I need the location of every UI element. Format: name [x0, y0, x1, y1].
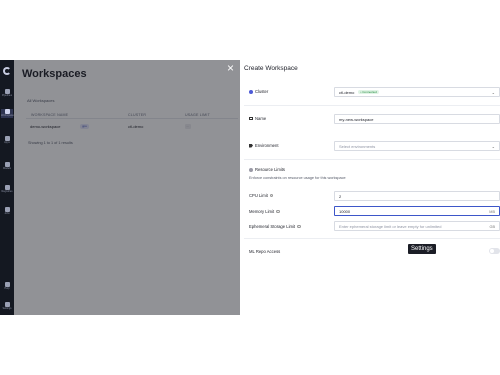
- storage-limit-input[interactable]: Enter ephemeral storage limit or leave e…: [334, 221, 500, 231]
- info-icon[interactable]: i: [276, 209, 280, 214]
- nav-item-label: Models: [2, 167, 12, 170]
- cluster-select[interactable]: ctl-demo • Connected ⌄: [334, 87, 500, 97]
- info-icon[interactable]: i: [297, 224, 301, 229]
- name-input[interactable]: my-new-workspace: [334, 114, 500, 124]
- nav-item-label: Apps: [4, 141, 10, 144]
- storage-unit: GB: [489, 224, 496, 229]
- memory-limit-label-text: Memory Limit: [249, 209, 275, 214]
- cluster-icon: [249, 89, 253, 94]
- tag-icon: [249, 143, 253, 148]
- environment-label-text: Environment: [255, 143, 279, 148]
- create-workspace-drawer: Create Workspace Cluster ctl-demo • Conn…: [240, 60, 500, 315]
- nav-item-label: Registries: [1, 190, 13, 193]
- nav-item-models[interactable]: Models: [1, 162, 13, 171]
- nav-item-label: Settings: [2, 307, 12, 310]
- nav-item-registries[interactable]: Registries: [1, 185, 13, 194]
- ml-repo-access-label: ML Repo Access: [249, 249, 280, 254]
- environment-select[interactable]: Select environments ⌄: [334, 141, 500, 151]
- cpu-limit-label-text: CPU Limit: [249, 193, 268, 198]
- cpu-limit-label: CPU Limit i: [249, 193, 274, 198]
- storage-limit-label: Ephemeral Storage Limit i: [249, 224, 301, 229]
- nav-item-label: Pipelines: [1, 94, 13, 97]
- chevron-down-icon: ⌄: [491, 90, 495, 95]
- info-icon[interactable]: i: [269, 193, 274, 198]
- divider: [244, 105, 500, 106]
- storage-limit-label-text: Ephemeral Storage Limit: [249, 224, 296, 229]
- drawer-title: Create Workspace: [244, 65, 298, 72]
- logo-icon: [3, 67, 11, 75]
- nav-item-label: Workspaces: [1, 114, 15, 117]
- nav-item-settings[interactable]: Settings: [1, 302, 13, 311]
- cluster-value: ctl-demo: [339, 89, 355, 95]
- resource-limits-heading: Resource Limits: [249, 167, 285, 172]
- settings-tooltip: Settings: [408, 244, 436, 254]
- cluster-label: Cluster: [249, 89, 268, 94]
- name-value: my-new-workspace: [339, 116, 374, 122]
- storage-limit-placeholder: Enter ephemeral storage limit or leave e…: [339, 223, 442, 229]
- divider: [244, 159, 500, 160]
- resource-limits-title: Resource Limits: [255, 167, 286, 172]
- environment-placeholder: Select environments: [339, 143, 376, 149]
- name-label: Name: [249, 116, 266, 121]
- nav-item-label: Jobs: [4, 212, 10, 215]
- memory-limit-input[interactable]: 10000 MB: [334, 206, 500, 216]
- sidebar-nav: Pipelines Workspaces Apps Models Registr…: [0, 60, 15, 315]
- resource-icon: [249, 167, 253, 172]
- ml-repo-access-toggle[interactable]: [489, 248, 500, 254]
- nav-item-help[interactable]: Help: [1, 282, 13, 291]
- memory-limit-label: Memory Limit i: [249, 209, 280, 214]
- app-window: Pipelines Workspaces Apps Models Registr…: [0, 60, 500, 315]
- nav-item-jobs[interactable]: Jobs: [1, 207, 13, 216]
- divider: [244, 238, 500, 239]
- modal-backdrop[interactable]: [14, 60, 240, 315]
- cpu-limit-value: 2: [339, 193, 342, 199]
- nav-item-label: Help: [4, 287, 10, 290]
- monitor-icon: [249, 117, 253, 120]
- environment-label: Environment: [249, 143, 279, 148]
- resource-limits-description: Enforce constraints on resource usage fo…: [249, 176, 346, 180]
- ml-repo-access-label-text: ML Repo Access: [249, 249, 281, 254]
- nav-item-apps[interactable]: Apps: [1, 136, 13, 145]
- memory-unit: MB: [489, 209, 495, 214]
- nav-item-workspaces[interactable]: Workspaces: [1, 109, 15, 118]
- memory-limit-value: 10000: [339, 208, 351, 214]
- name-label-text: Name: [255, 116, 267, 121]
- close-icon[interactable]: ×: [227, 62, 234, 74]
- connected-status-badge: • Connected: [358, 89, 379, 95]
- nav-item-pipelines[interactable]: Pipelines: [1, 89, 13, 98]
- cluster-label-text: Cluster: [255, 89, 269, 94]
- chevron-down-icon: ⌄: [491, 144, 495, 149]
- cpu-limit-input[interactable]: 2: [334, 191, 500, 201]
